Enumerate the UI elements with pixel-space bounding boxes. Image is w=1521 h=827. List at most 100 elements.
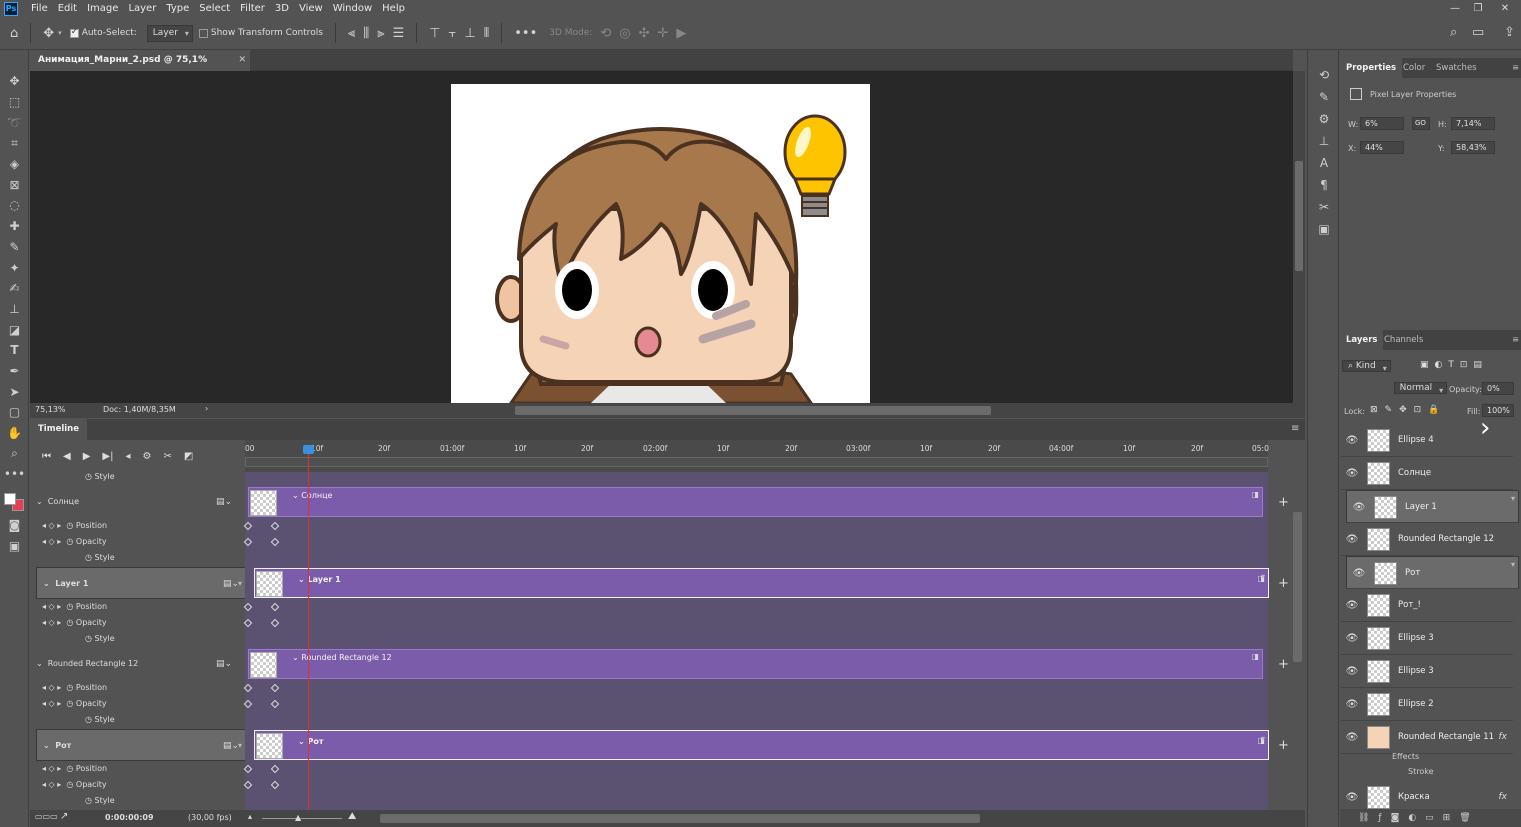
playhead-handle[interactable] bbox=[303, 445, 314, 454]
film-strip-icon[interactable]: ▤⌄ bbox=[223, 730, 239, 762]
healing-brush-icon[interactable]: ✚ bbox=[0, 216, 29, 237]
layer-row-selected[interactable]: 👁 Рот bbox=[1346, 556, 1519, 589]
blend-mode-dropdown[interactable]: Normal bbox=[1393, 382, 1448, 394]
opacity-property[interactable]: ◂ ◇ ▸ ◷ Opacity bbox=[30, 615, 240, 631]
close-window-icon[interactable]: ✕ bbox=[1492, 0, 1518, 17]
work-area-bar[interactable] bbox=[245, 457, 1268, 467]
history-icon[interactable]: ⟲ bbox=[1308, 64, 1340, 86]
layer-row-selected[interactable]: 👁 Layer 1 bbox=[1346, 490, 1519, 523]
crop-tool-icon[interactable]: ⌗ bbox=[0, 133, 29, 154]
menu-help[interactable]: Help bbox=[377, 3, 410, 14]
keyframe-diamond[interactable] bbox=[270, 521, 280, 531]
position-property[interactable]: ◂ ◇ ▸ ◷ Position bbox=[30, 599, 240, 615]
libraries-icon[interactable]: ▣ bbox=[1308, 218, 1340, 240]
keyframe-diamond[interactable] bbox=[270, 537, 280, 547]
timeline-vertical-scrollbar[interactable] bbox=[1293, 512, 1302, 662]
film-strip-icon[interactable]: ▤⌄ bbox=[216, 486, 232, 518]
visibility-eye-icon[interactable]: 👁 bbox=[1345, 688, 1359, 720]
more-tools-icon[interactable]: ••• bbox=[0, 464, 29, 485]
keyframe-diamond[interactable] bbox=[270, 699, 280, 709]
style-property[interactable]: ◷ Style bbox=[30, 712, 240, 728]
layer-row[interactable]: 👁 Ellipse 3 bbox=[1340, 622, 1513, 655]
link-dimensions-button[interactable]: GO bbox=[1412, 117, 1430, 130]
tab-properties[interactable]: Properties bbox=[1340, 58, 1403, 78]
play-icon[interactable]: ▶ bbox=[83, 451, 91, 462]
hand-tool-icon[interactable]: ✋ bbox=[0, 423, 29, 444]
layer-effects-badge[interactable]: fx bbox=[1499, 721, 1508, 753]
effects-label[interactable]: Effects bbox=[1392, 752, 1419, 761]
layer-row[interactable]: 👁 Рот_! bbox=[1340, 589, 1513, 622]
keyframe-diamond[interactable] bbox=[243, 780, 253, 790]
chevron-down-icon[interactable]: ▾ bbox=[58, 29, 62, 37]
keyframe-diamond[interactable] bbox=[243, 683, 253, 693]
canvas-area[interactable] bbox=[30, 71, 1293, 403]
position-property[interactable]: ◂ ◇ ▸ ◷ Position bbox=[30, 518, 240, 534]
zoom-slider-track[interactable] bbox=[262, 818, 342, 819]
render-video-icon[interactable]: ↗ bbox=[60, 811, 68, 822]
add-media-plus-icon[interactable]: + bbox=[1278, 576, 1289, 591]
3d-camera-icon[interactable]: ▶ bbox=[676, 26, 686, 41]
screen-mode-icon[interactable]: ▣ bbox=[0, 535, 29, 556]
menu-window[interactable]: Window bbox=[328, 3, 377, 14]
visibility-eye-icon[interactable]: 👁 bbox=[1345, 457, 1359, 489]
canvas-horizontal-scrollbar[interactable] bbox=[515, 406, 991, 415]
height-field[interactable]: 7,14% bbox=[1451, 117, 1495, 130]
chevron-down-icon[interactable]: ⌄ bbox=[43, 741, 50, 750]
layer-row[interactable]: 👁 Ellipse 3 bbox=[1340, 655, 1513, 688]
position-property[interactable]: ◂ ◇ ▸ ◷ Position bbox=[30, 680, 240, 696]
style-property[interactable]: ◷ Style bbox=[30, 550, 240, 566]
auto-select-checkbox[interactable] bbox=[69, 27, 79, 38]
layer-clip[interactable]: ⌄ Солнце ◨ bbox=[248, 487, 1263, 517]
clip-end-icon[interactable]: ◨ bbox=[1251, 490, 1259, 499]
color-swatches[interactable] bbox=[0, 485, 28, 515]
menu-filter[interactable]: Filter bbox=[235, 3, 270, 14]
zoom-level[interactable]: 75,13% bbox=[35, 405, 66, 414]
more-options-icon[interactable]: ••• bbox=[514, 26, 537, 41]
chevron-right-icon[interactable]: › bbox=[1480, 413, 1490, 443]
opacity-property[interactable]: ◂ ◇ ▸ ◷ Opacity bbox=[30, 777, 240, 793]
width-field[interactable]: 6% bbox=[1360, 117, 1404, 130]
timeline-horizontal-scrollbar[interactable] bbox=[380, 814, 980, 823]
film-strip-icon[interactable]: ▤⌄ bbox=[216, 648, 232, 680]
layer-row[interactable]: 👁 Rounded Rectangle 12 bbox=[1340, 523, 1513, 556]
track-layer-selected[interactable]: ⌄ Layer 1 ▤⌄ bbox=[36, 567, 246, 600]
3d-pan-icon[interactable]: ✣ bbox=[639, 26, 650, 41]
lasso-tool-icon[interactable]: ➰ bbox=[0, 112, 29, 133]
adjustments-icon[interactable]: ⚙ bbox=[1308, 108, 1340, 130]
layer-filter-dropdown[interactable]: ⌕ Kind bbox=[1342, 360, 1391, 372]
3d-slide-icon[interactable]: ✛ bbox=[657, 26, 668, 41]
timeline-title[interactable]: Timeline bbox=[30, 419, 87, 440]
opacity-property[interactable]: ◂ ◇ ▸ ◷ Opacity bbox=[30, 534, 240, 550]
layers-footer-icons[interactable]: ⛓ƒ◙◐▭⊞🗑 bbox=[1340, 809, 1521, 827]
visibility-eye-icon[interactable]: 👁 bbox=[1352, 557, 1366, 589]
marquee-tool-icon[interactable]: ⬚ bbox=[0, 92, 29, 113]
keyframe-diamond[interactable] bbox=[243, 764, 253, 774]
audio-icon[interactable]: ◂ bbox=[125, 451, 130, 462]
layer-row[interactable]: 👁 Ellipse 2 bbox=[1340, 688, 1513, 721]
panel-menu-icon[interactable]: ≡ bbox=[1506, 330, 1521, 350]
keyframe-diamond[interactable] bbox=[270, 780, 280, 790]
menu-type[interactable]: Type bbox=[161, 3, 194, 14]
move-tool-icon[interactable]: ✥ bbox=[43, 26, 54, 41]
zoom-slider-handle[interactable]: ▲ bbox=[295, 813, 301, 822]
track-layer-selected[interactable]: ⌄ Рот ▤⌄ bbox=[36, 729, 246, 762]
distribute-icon[interactable]: ☰ bbox=[393, 26, 405, 41]
layer-row[interactable]: 👁 Солнце bbox=[1340, 457, 1513, 490]
visibility-eye-icon[interactable]: 👁 bbox=[1345, 424, 1359, 456]
film-strip-icon[interactable]: ▤⌄ bbox=[223, 568, 239, 600]
current-timecode[interactable]: 0:00:00:09 bbox=[105, 813, 154, 822]
align-right-icon[interactable]: ⫸ bbox=[377, 26, 384, 41]
keyframe-diamond[interactable] bbox=[243, 521, 253, 531]
home-icon[interactable]: ⌂ bbox=[10, 26, 18, 41]
tab-swatches[interactable]: Swatches bbox=[1430, 58, 1483, 78]
search-icon[interactable]: ⌕ bbox=[1450, 25, 1457, 40]
3d-orbit-icon[interactable]: ⟲ bbox=[600, 26, 611, 41]
layer-clip-selected[interactable]: ⌄ Рот ◨ bbox=[254, 730, 1269, 760]
visibility-eye-icon[interactable]: 👁 bbox=[1345, 622, 1359, 654]
add-media-plus-icon[interactable]: + bbox=[1278, 657, 1289, 672]
settings-gear-icon[interactable]: ⚙ bbox=[143, 451, 152, 462]
type-tool-icon[interactable]: T bbox=[0, 340, 29, 361]
frame-tool-icon[interactable]: ⊠ bbox=[0, 174, 29, 195]
keyframe-diamond[interactable] bbox=[270, 602, 280, 612]
paragraph-icon[interactable]: ¶ bbox=[1308, 174, 1340, 196]
